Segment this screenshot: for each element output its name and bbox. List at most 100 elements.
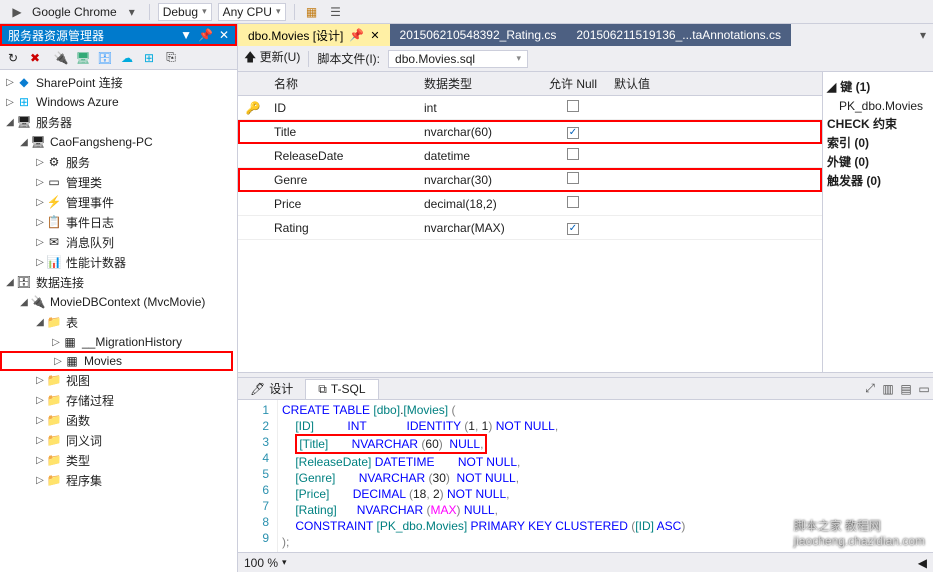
- trigger-header[interactable]: 触发器 (0): [827, 172, 929, 189]
- server-icon[interactable]: 🖥: [74, 49, 92, 67]
- tree-item-synonyms[interactable]: ▷📁同义词: [0, 430, 237, 450]
- cell-type[interactable]: nvarchar(60): [418, 125, 538, 139]
- expand-icon[interactable]: ⤢: [861, 381, 879, 396]
- checkbox[interactable]: [567, 196, 579, 208]
- cell-type[interactable]: nvarchar(MAX): [418, 221, 538, 235]
- script-file-dropdown[interactable]: dbo.Movies.sql ▾: [388, 50, 528, 68]
- checkbox[interactable]: [567, 127, 579, 139]
- tab-rating[interactable]: 201506210548392_Rating.cs: [390, 24, 567, 46]
- index-header[interactable]: 索引 (0): [827, 134, 929, 151]
- server-explorer-tree[interactable]: ▷◆SharePoint 连接 ▷⊞Windows Azure ◢🖥服务器 ◢🖥…: [0, 70, 237, 572]
- tree-item-db[interactable]: ◢🔌MovieDBContext (MvcMovie): [0, 292, 237, 312]
- fk-header[interactable]: 外键 (0): [827, 153, 929, 170]
- close-icon[interactable]: ✕: [219, 28, 229, 42]
- tree-item-tables[interactable]: ◢📁表: [0, 312, 237, 332]
- cell-null[interactable]: [538, 196, 608, 211]
- tabs-dropdown-icon[interactable]: ▾: [913, 24, 933, 46]
- stop-icon[interactable]: ✖: [26, 49, 44, 67]
- tree-item-assemblies[interactable]: ▷📁程序集: [0, 470, 237, 490]
- tree-item-movies[interactable]: ▷▦Movies: [0, 351, 233, 371]
- header-type[interactable]: 数据类型: [418, 75, 538, 92]
- tree-item-pc[interactable]: ◢🖥CaoFangsheng-PC: [0, 132, 237, 152]
- collapse-icon[interactable]: ▭: [915, 382, 933, 396]
- tree-item-servers[interactable]: ◢🖥服务器: [0, 112, 237, 132]
- tree-item-perf[interactable]: ▷📊性能计数器: [0, 252, 237, 272]
- tab-active[interactable]: dbo.Movies [设计] 📌 ✕: [238, 24, 390, 46]
- tab-tsql[interactable]: ⧉ T-SQL: [305, 379, 378, 399]
- cell-name[interactable]: Rating: [268, 221, 418, 235]
- tree-item-funcs[interactable]: ▷📁函数: [0, 410, 237, 430]
- tree-item-mgmt[interactable]: ▷▭管理类: [0, 172, 237, 192]
- tab-design[interactable]: 🖊 设计: [238, 378, 305, 399]
- tree-item-eventlog[interactable]: ▷📋事件日志: [0, 212, 237, 232]
- tree-item-views[interactable]: ▷📁视图: [0, 370, 237, 390]
- table-row[interactable]: Genrenvarchar(30): [238, 168, 822, 192]
- toolbar-icon[interactable]: ☰: [327, 3, 345, 21]
- win-icon[interactable]: ⊞: [140, 49, 158, 67]
- table-row[interactable]: Titlenvarchar(60): [238, 120, 822, 144]
- pin-icon[interactable]: 📌: [349, 28, 364, 42]
- checkbox[interactable]: [567, 148, 579, 160]
- db-icon[interactable]: 🗄: [96, 49, 114, 67]
- chevron-down-icon[interactable]: ▾: [123, 3, 141, 21]
- cell-type[interactable]: datetime: [418, 149, 538, 163]
- run-icon[interactable]: ▶: [8, 3, 26, 21]
- cell-null[interactable]: [538, 220, 608, 235]
- browser-dropdown[interactable]: Google Chrome: [32, 5, 117, 19]
- split-h-icon[interactable]: ▥: [879, 382, 897, 396]
- table-row[interactable]: ReleaseDatedatetime: [238, 144, 822, 168]
- table-row[interactable]: 🔑IDint: [238, 96, 822, 120]
- cell-name[interactable]: ID: [268, 101, 418, 115]
- cell-name[interactable]: Title: [268, 125, 418, 139]
- cell-name[interactable]: Genre: [268, 173, 418, 187]
- header-name[interactable]: 名称: [268, 75, 418, 92]
- pk-item[interactable]: PK_dbo.Movies: [827, 97, 929, 115]
- tree-item-services[interactable]: ▷⚙服务: [0, 152, 237, 172]
- tree-item-migration[interactable]: ▷▦__MigrationHistory: [0, 332, 237, 352]
- sql-editor[interactable]: 123456789 CREATE TABLE [dbo].[Movies] ( …: [238, 400, 933, 552]
- dropdown-icon[interactable]: ▼: [180, 28, 192, 42]
- connect-icon[interactable]: 🔌: [52, 49, 70, 67]
- platform-dropdown[interactable]: Any CPU▾: [218, 3, 286, 21]
- panel-title-bar[interactable]: 服务器资源管理器 ▼ 📌 ✕: [0, 24, 237, 46]
- cell-null[interactable]: [538, 148, 608, 163]
- config-dropdown[interactable]: Debug▾: [158, 3, 212, 21]
- tree-item-dataconn[interactable]: ◢🗄数据连接: [0, 272, 237, 292]
- cell-null[interactable]: [538, 100, 608, 115]
- tab-annotations[interactable]: 201506211519136_...taAnnotations.cs: [566, 24, 791, 46]
- cell-name[interactable]: ReleaseDate: [268, 149, 418, 163]
- table-row[interactable]: Pricedecimal(18,2): [238, 192, 822, 216]
- split-v-icon[interactable]: ▤: [897, 382, 915, 396]
- chevron-down-icon[interactable]: ▾: [282, 557, 287, 568]
- refresh-icon[interactable]: ↻: [4, 49, 22, 67]
- update-button[interactable]: 🡅 更新(U): [244, 48, 300, 69]
- cell-type[interactable]: nvarchar(30): [418, 173, 538, 187]
- checkbox[interactable]: [567, 100, 579, 112]
- header-null[interactable]: 允许 Null: [538, 75, 608, 92]
- header-default[interactable]: 默认值: [608, 75, 822, 92]
- cell-null[interactable]: [538, 124, 608, 139]
- zoom-level[interactable]: 100 %: [244, 556, 278, 570]
- azure-icon[interactable]: ☁: [118, 49, 136, 67]
- checkbox[interactable]: [567, 172, 579, 184]
- scroll-left-icon[interactable]: ◀: [918, 556, 927, 570]
- tree-item-sprocs[interactable]: ▷📁存储过程: [0, 390, 237, 410]
- share-icon[interactable]: ⎘: [162, 49, 180, 67]
- tree-item-events[interactable]: ▷⚡管理事件: [0, 192, 237, 212]
- pin-icon[interactable]: 📌: [198, 28, 213, 42]
- keys-header[interactable]: ◢ 键 (1): [827, 78, 929, 95]
- cell-type[interactable]: decimal(18,2): [418, 197, 538, 211]
- cell-null[interactable]: [538, 172, 608, 187]
- cell-name[interactable]: Price: [268, 197, 418, 211]
- tree-item-msgq[interactable]: ▷✉消息队列: [0, 232, 237, 252]
- tree-item-azure[interactable]: ▷⊞Windows Azure: [0, 92, 237, 112]
- check-header[interactable]: CHECK 约束: [827, 115, 929, 132]
- table-row[interactable]: Ratingnvarchar(MAX): [238, 216, 822, 240]
- toolbar-icon[interactable]: ▦: [303, 3, 321, 21]
- close-icon[interactable]: ✕: [370, 29, 379, 42]
- cell-type[interactable]: int: [418, 101, 538, 115]
- tree-item-sharepoint[interactable]: ▷◆SharePoint 连接: [0, 72, 237, 92]
- tree-item-types[interactable]: ▷📁类型: [0, 450, 237, 470]
- checkbox[interactable]: [567, 223, 579, 235]
- sql-code[interactable]: CREATE TABLE [dbo].[Movies] ( [ID] INT I…: [278, 400, 933, 552]
